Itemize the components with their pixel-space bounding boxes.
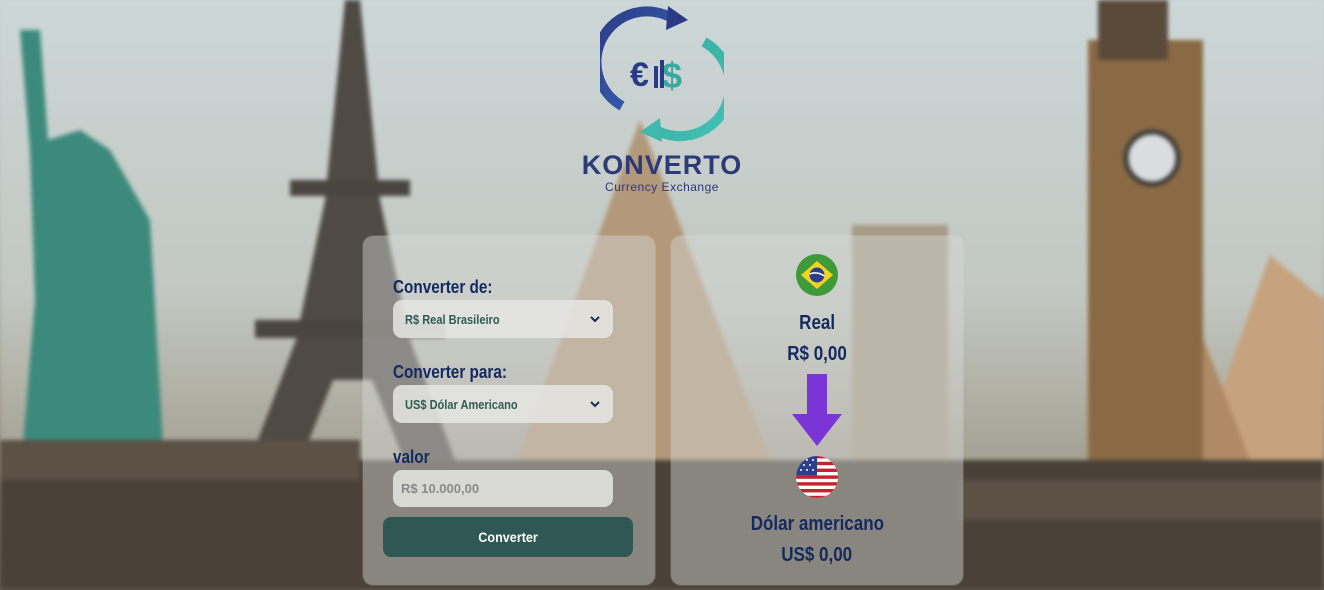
brazil-flag-icon <box>796 254 838 296</box>
to-currency-value: US$ Dólar Americano <box>405 396 518 412</box>
brand-name: KONVERTO <box>581 150 743 180</box>
conversion-form-panel: Converter de: R$ Real Brasileiro Convert… <box>363 236 655 585</box>
svg-text:€: € <box>630 56 649 94</box>
brand-tagline: Currency Exchange <box>605 180 719 194</box>
svg-text:$: $ <box>662 55 682 96</box>
convert-button[interactable]: Converter <box>383 517 633 557</box>
app-root: € $ KONVERTO Currency Exchange Converter… <box>0 0 1324 590</box>
amount-label: valor <box>393 447 430 467</box>
chevron-down-icon <box>590 316 600 323</box>
to-currency-name: Dólar americano <box>750 513 884 535</box>
usa-flag-icon <box>796 456 838 498</box>
to-currency-label: Converter para: <box>393 362 507 382</box>
convert-button-label: Converter <box>478 529 538 545</box>
from-currency-select[interactable]: R$ Real Brasileiro <box>393 300 613 338</box>
currency-exchange-icon: € $ <box>600 6 724 142</box>
from-currency-label: Converter de: <box>393 277 493 297</box>
conversion-result-panel: Real R$ 0,00 Dólar americano US$ 0,00 <box>671 236 963 585</box>
arrow-down-icon <box>792 374 842 446</box>
to-currency-amount: US$ 0,00 <box>781 544 853 566</box>
brand-logo: € $ KONVERTO Currency Exchange <box>578 6 746 196</box>
from-currency-name: Real <box>799 312 835 334</box>
amount-input[interactable] <box>393 470 613 507</box>
to-currency-select[interactable]: US$ Dólar Americano <box>393 385 613 423</box>
chevron-down-icon <box>590 401 600 408</box>
from-currency-value: R$ Real Brasileiro <box>405 311 500 327</box>
from-currency-amount: R$ 0,00 <box>787 343 847 365</box>
